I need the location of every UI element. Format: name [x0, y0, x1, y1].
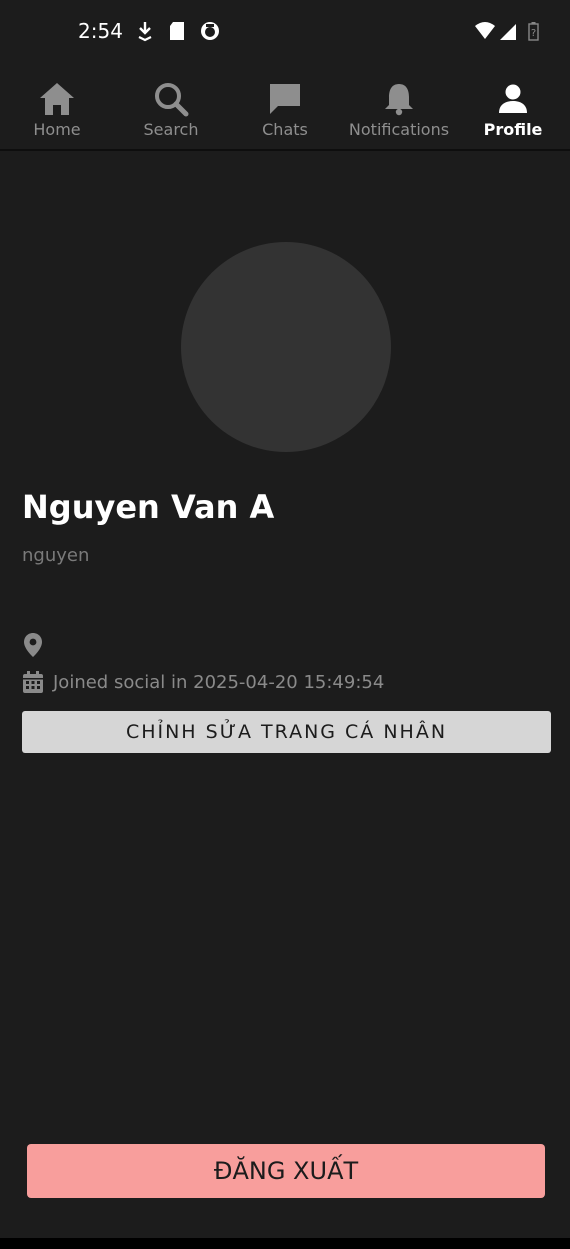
tab-home[interactable]: Home — [0, 62, 114, 149]
battery-icon: ? — [528, 22, 539, 41]
status-time: 2:54 — [78, 19, 123, 43]
tab-profile[interactable]: Profile — [456, 62, 570, 149]
svg-text:?: ? — [531, 28, 536, 39]
location-pin-icon — [24, 633, 42, 657]
joined-date-text: Joined social in 2025-04-20 15:49:54 — [53, 671, 385, 693]
edit-profile-button[interactable]: CHỈNH SỬA TRANG CÁ NHÂN — [22, 711, 551, 753]
person-icon — [499, 84, 527, 113]
bell-icon — [385, 84, 413, 116]
home-icon — [40, 83, 74, 115]
search-icon — [155, 83, 189, 117]
sd-card-icon — [170, 22, 184, 40]
avatar[interactable] — [181, 242, 391, 452]
logout-button[interactable]: ĐĂNG XUẤT — [27, 1144, 545, 1198]
status-bar: 2:54 ? — [0, 0, 570, 62]
tab-chats[interactable]: Chats — [228, 62, 342, 149]
download-icon — [138, 22, 152, 42]
profile-display-name: Nguyen Van A — [22, 488, 275, 526]
chat-icon — [270, 84, 300, 114]
bottom-tab-bar: Home Search Chats Notifications Profile — [0, 62, 570, 151]
tab-home-label: Home — [33, 120, 81, 139]
app-notification-icon — [201, 22, 219, 40]
tab-chats-label: Chats — [262, 120, 308, 139]
calendar-icon — [23, 671, 43, 693]
tab-notifications-label: Notifications — [348, 120, 450, 139]
system-navigation-bar — [0, 1238, 570, 1249]
tab-profile-label: Profile — [483, 120, 543, 139]
tab-notifications[interactable]: Notifications — [342, 62, 456, 149]
wifi-icon — [475, 22, 495, 39]
joined-row: Joined social in 2025-04-20 15:49:54 — [22, 668, 384, 696]
tab-search-label: Search — [143, 120, 199, 139]
cell-signal-icon — [500, 24, 516, 40]
tab-search[interactable]: Search — [114, 62, 228, 149]
profile-username: nguyen — [22, 545, 90, 566]
